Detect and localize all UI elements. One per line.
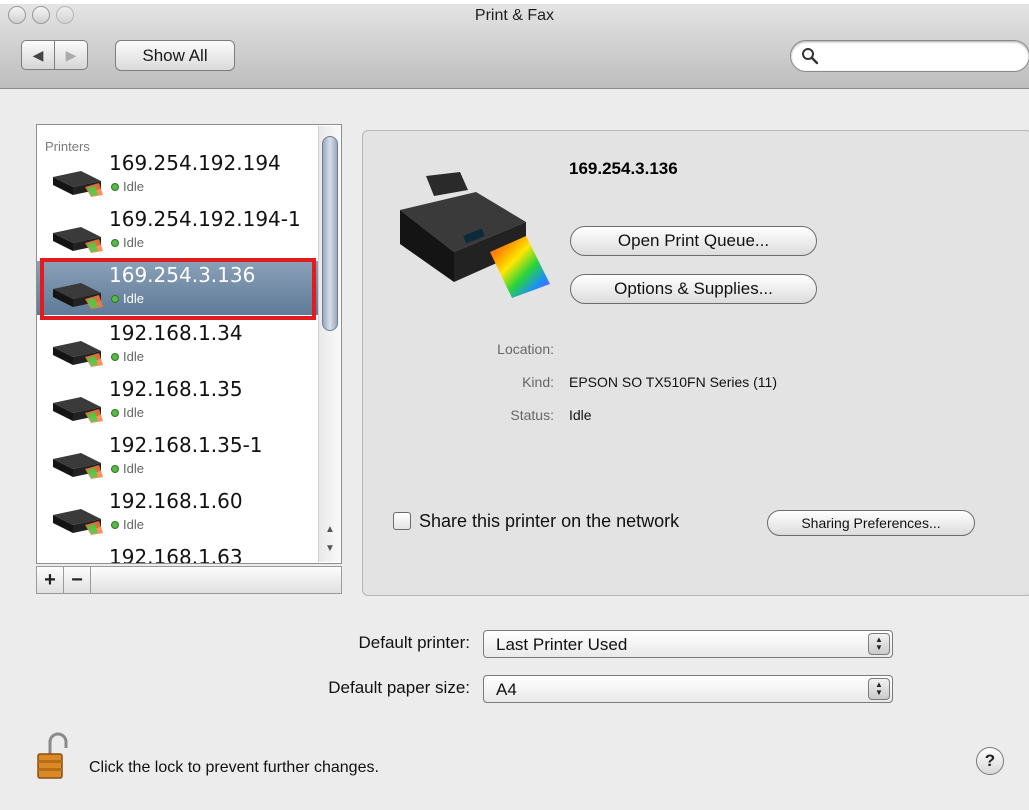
- search-field[interactable]: [790, 40, 1029, 72]
- search-icon: [802, 48, 819, 65]
- printer-name: 192.168.1.63: [109, 545, 243, 564]
- printer-status: Idle: [123, 235, 144, 250]
- lock-icon[interactable]: [36, 732, 70, 780]
- default-printer-popup[interactable]: Last Printer Used ▲ ▼: [483, 630, 893, 658]
- printer-status: Idle: [123, 461, 144, 476]
- remove-printer-button[interactable]: −: [64, 567, 91, 593]
- printer-large-icon: [400, 172, 550, 298]
- printer-list-item[interactable]: 192.168.1.35 Idle: [37, 375, 321, 429]
- printer-status: Idle: [123, 179, 144, 194]
- printer-name: 192.168.1.35-1: [109, 433, 263, 457]
- lock-message: Click the lock to prevent further change…: [89, 759, 379, 776]
- status-value: Idle: [569, 407, 592, 423]
- forward-arrow-icon: ▶: [65, 46, 77, 63]
- window-title: Print & Fax: [474, 7, 555, 24]
- show-all-button[interactable]: Show All: [115, 40, 235, 71]
- printer-list-item[interactable]: 169.254.192.194-1 Idle: [37, 205, 321, 259]
- printer-list-item[interactable]: 192.168.1.34 Idle: [37, 319, 321, 373]
- status-dot-icon: [111, 353, 119, 361]
- printer-status: Idle: [123, 405, 144, 420]
- share-printer-checkbox[interactable]: [393, 512, 411, 530]
- default-paper-size-value: A4: [496, 680, 517, 699]
- default-paper-size-label: Default paper size:: [328, 678, 470, 697]
- open-print-queue-button[interactable]: Open Print Queue...: [570, 226, 817, 256]
- printer-list-item[interactable]: 169.254.192.194 Idle: [37, 149, 321, 203]
- default-paper-size-popup[interactable]: A4 ▲ ▼: [483, 675, 893, 703]
- printer-name: 169.254.192.194-1: [109, 207, 301, 231]
- printer-name: 169.254.192.194: [109, 151, 281, 175]
- add-remove-bar: + −: [36, 566, 342, 594]
- window-top-strip: [0, 0, 1029, 4]
- sharing-preferences-button[interactable]: Sharing Preferences...: [767, 510, 975, 536]
- default-printer-label: Default printer:: [358, 633, 471, 652]
- kind-value: EPSON SO TX510FN Series (11): [569, 374, 777, 390]
- printer-icon: [53, 171, 103, 197]
- list-scroll-thumb[interactable]: [322, 136, 338, 331]
- selection-highlight-outline: [40, 258, 316, 320]
- scroll-down-arrow-icon[interactable]: ▼: [320, 539, 340, 557]
- printer-name: 192.168.1.35: [109, 377, 243, 401]
- add-printer-button[interactable]: +: [37, 567, 64, 593]
- status-dot-icon: [111, 409, 119, 417]
- printer-status: Idle: [123, 349, 144, 364]
- help-button[interactable]: ?: [976, 747, 1004, 775]
- options-supplies-button[interactable]: Options & Supplies...: [570, 274, 817, 304]
- printer-list-item[interactable]: 192.168.1.35-1 Idle: [37, 431, 321, 485]
- printer-icon: [53, 509, 103, 535]
- share-printer-label[interactable]: Share this printer on the network: [419, 511, 679, 532]
- printer-list-item[interactable]: 192.168.1.60 Idle: [37, 487, 321, 541]
- printer-icon: [53, 453, 103, 479]
- status-dot-icon: [111, 183, 119, 191]
- status-dot-icon: [111, 521, 119, 529]
- status-label: Status:: [510, 407, 554, 423]
- back-arrow-icon: ◀: [32, 46, 44, 63]
- printer-icon: [53, 341, 103, 367]
- printer-list-item[interactable]: 192.168.1.63: [37, 543, 321, 564]
- printer-icon: [53, 227, 103, 253]
- default-printer-value: Last Printer Used: [496, 635, 628, 654]
- kind-label: Kind:: [522, 374, 554, 390]
- status-dot-icon: [111, 239, 119, 247]
- printer-name: 192.168.1.34: [109, 321, 243, 345]
- status-dot-icon: [111, 465, 119, 473]
- back-button[interactable]: ◀: [21, 40, 55, 70]
- printer-list: Printers 169.254.192.194 Idle 169.254.192.…: [36, 124, 342, 564]
- printer-name: 192.168.1.60: [109, 489, 243, 513]
- forward-button[interactable]: ▶: [54, 40, 88, 70]
- search-input[interactable]: [825, 45, 1009, 69]
- printer-status: Idle: [123, 517, 144, 532]
- printer-icon: [53, 397, 103, 423]
- scroll-up-arrow-icon[interactable]: ▲: [320, 520, 340, 538]
- printer-detail-title: 169.254.3.136: [569, 159, 678, 178]
- popup-arrows-icon: ▲ ▼: [868, 633, 890, 655]
- popup-arrows-icon: ▲ ▼: [868, 678, 890, 700]
- printer-icon: [51, 561, 103, 564]
- location-label: Location:: [497, 341, 554, 357]
